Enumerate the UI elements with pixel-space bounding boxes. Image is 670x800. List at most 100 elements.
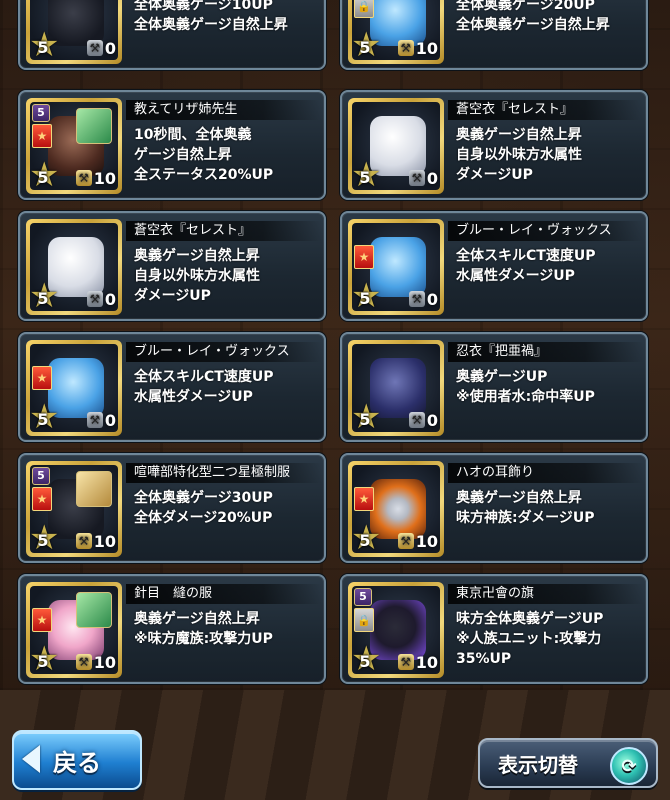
hammer-icon: ⚒ (86, 40, 103, 56)
star-icon: 5 (352, 400, 381, 432)
equipment-art: 5 ★ 5 ⚒10 (30, 102, 118, 190)
back-button[interactable]: 戻る (12, 730, 142, 790)
equipment-thumbnail: 5 ⚒0 (348, 340, 444, 436)
description-line: 全体奥義ゲージ20UP (456, 0, 595, 13)
flag-icon: ★ (354, 487, 374, 511)
upgrade-level-value: 0 (426, 289, 438, 309)
upgrade-level-value: 0 (104, 38, 116, 58)
equipment-thumbnail: 5 ⚒0 (348, 98, 444, 194)
equipment-art: ★ 5 ⚒0 (352, 223, 440, 311)
hammer-icon: ⚒ (397, 533, 414, 549)
equipment-art: 5 ⚒0 (30, 223, 118, 311)
upgrade-level: ⚒ 0 (86, 289, 116, 309)
upgrade-level-value: 10 (93, 168, 116, 188)
upgrade-level: ⚒ 10 (75, 168, 116, 188)
equipment-title: ブルー・レイ・ヴォックス (126, 342, 322, 362)
equipment-card[interactable]: 5 🔒 5 ⚒10 東京卍會の旗味方全体奥義ゲージUP ※人族ユニット:攻撃力 35%UP (340, 574, 648, 684)
star-rank-value: 5 (359, 288, 371, 308)
equipment-card[interactable]: ★ 5 ⚒10 ハオの耳飾り奥義ゲージ自然上昇味方神族:ダメージUP (340, 453, 648, 563)
flag-icon: ★ (32, 366, 52, 390)
lock-icon: 🔒 (354, 608, 374, 632)
equipment-card[interactable]: 5 ★ 5 ⚒10 喧嘩部特化型二つ星極制服全体奥義ゲージ30UP 全体ダメージ20%UP (18, 453, 326, 563)
equipment-description: 奥義ゲージ自然上昇 自身以外味方水属性 ダメージUP (134, 246, 324, 306)
hammer-icon: ⚒ (397, 654, 414, 670)
hammer-icon: ⚒ (75, 654, 92, 670)
description-line: 35%UP (456, 651, 512, 667)
star-icon: 5 (352, 28, 381, 60)
flag-icon: ★ (32, 608, 52, 632)
star-icon: 5 (30, 28, 59, 60)
display-toggle-label: 表示切替 (498, 752, 578, 777)
upgrade-level: ⚒ 0 (86, 38, 116, 58)
rarity-badge: 5 (32, 104, 50, 122)
star-rank-value: 5 (37, 651, 49, 671)
description-line: 奥義ゲージ自然上昇 (134, 611, 260, 627)
equipment-thumbnail: 5 ★ 5 ⚒10 (26, 461, 122, 557)
hammer-icon: ⚒ (397, 40, 414, 56)
star-icon: 5 (352, 642, 381, 674)
hammer-icon: ⚒ (408, 412, 425, 428)
equipment-art: 🔒 5 ⚒ 10 (352, 0, 440, 60)
lock-icon: 🔒 (354, 0, 374, 18)
equipment-description: 味方全体奥義ゲージUP ※人族ユニット:攻撃力 35%UP (456, 609, 646, 669)
equipment-thumbnail: ★ 5 ⚒10 (348, 461, 444, 557)
upgrade-level: ⚒ 0 (86, 410, 116, 430)
star-rank-value: 5 (359, 651, 371, 671)
upgrade-level: ⚒ 10 (75, 652, 116, 672)
equipment-card[interactable]: 5 ★ 5 ⚒10 教えてリザ姉先生 10秒間、全体奥義ゲージ自然上昇全ステータス20%U… (18, 90, 326, 200)
description-line: 全ステータス20%UP (134, 167, 274, 183)
star-icon: 5 (30, 642, 59, 674)
description-line: 奥義ゲージ自然上昇 (134, 248, 260, 264)
star-rank-value: 5 (37, 530, 49, 550)
description-line: 味方全体奥義ゲージUP (456, 611, 604, 627)
character-portrait (76, 592, 112, 628)
equipment-description: 全体スキルCT速度UP 水属性ダメージUP (134, 367, 324, 407)
upgrade-level: ⚒ 10 (75, 531, 116, 551)
equipment-card[interactable]: 5 ⚒0 蒼空衣『セレスト』奥義ゲージ自然上昇自身以外味方水属性ダメージUP (340, 90, 648, 200)
equipment-thumbnail: ★ 5 ⚒0 (26, 340, 122, 436)
equipment-title: 忍衣『把亜禍』 (448, 342, 644, 362)
description-line: 全体奥義ゲージ30UP (134, 490, 273, 506)
upgrade-level: ⚒ 10 (397, 652, 438, 672)
description-line: 全体奥義ゲージ10UP (134, 0, 273, 13)
description-line: 自身以外味方水属性 (134, 268, 260, 284)
equipment-description: 全体奥義ゲージ10UP 全体奥義ゲージ自然上昇 (134, 0, 324, 35)
star-rank-value: 5 (359, 530, 371, 550)
upgrade-level-value: 10 (415, 652, 438, 672)
description-line: 奥義ゲージ自然上昇 (456, 490, 582, 506)
star-rank-value: 5 (359, 167, 371, 187)
equipment-art: 5 ⚒0 (352, 344, 440, 432)
upgrade-level-value: 0 (426, 168, 438, 188)
upgrade-level: ⚒ 0 (408, 289, 438, 309)
equipment-description: 奥義ゲージUP ※使用者水:命中率UP (456, 367, 646, 407)
upgrade-level: ⚒ 0 (408, 168, 438, 188)
back-arrow-icon (22, 745, 40, 773)
description-line: ※人族ユニット:攻撃力 (456, 631, 602, 647)
hammer-icon: ⚒ (408, 170, 425, 186)
hammer-icon: ⚒ (86, 412, 103, 428)
equipment-card[interactable]: ★ 5 ⚒0 ブルー・レイ・ヴォックス全体スキルCT速度UP 水属性ダメージUP (340, 211, 648, 321)
upgrade-level: ⚒ 10 (397, 38, 438, 58)
upgrade-level: ⚒ 0 (408, 410, 438, 430)
description-line: 全体スキルCT速度UP (134, 369, 274, 385)
flag-icon: ★ (32, 487, 52, 511)
hammer-icon: ⚒ (408, 291, 425, 307)
hammer-icon: ⚒ (75, 533, 92, 549)
description-line: 奥義ゲージUP (456, 369, 548, 385)
equipment-card[interactable]: ★ 5 ⚒10 針目 縫の服奥義ゲージ自然上昇 ※味方魔族:攻撃力UP (18, 574, 326, 684)
display-toggle-button[interactable]: 表示切替 ⟳ (478, 738, 658, 788)
description-line: ダメージUP (134, 288, 211, 304)
back-button-label: 戻る (53, 748, 101, 777)
equipment-card[interactable]: ★ 5 ⚒0 ブルー・レイ・ヴォックス全体スキルCT速度UP 水属性ダメージUP (18, 332, 326, 442)
star-icon: 5 (352, 279, 381, 311)
equipment-card[interactable]: 5 ⚒0 蒼空衣『セレスト』奥義ゲージ自然上昇自身以外味方水属性ダメージUP (18, 211, 326, 321)
upgrade-level-value: 10 (93, 652, 116, 672)
equipment-card-partial-right[interactable]: 🔒 5 ⚒ 10 全体奥義ゲージ20UP 全体奥義ゲージ自然上昇 (340, 0, 648, 70)
equipment-card-partial-left[interactable]: 5 ⚒ 0 全体奥義ゲージ10UP 全体奥義ゲージ自然上昇 (18, 0, 326, 70)
description-line: 味方神族:ダメージUP (456, 510, 595, 526)
equipment-thumbnail: ★ 5 ⚒0 (348, 219, 444, 315)
star-icon: 5 (30, 521, 59, 553)
equipment-art: 5 ⚒ 0 (30, 0, 118, 60)
equipment-card[interactable]: 5 ⚒0 忍衣『把亜禍』奥義ゲージUP ※使用者水:命中率UP (340, 332, 648, 442)
star-icon: 5 (352, 521, 381, 553)
